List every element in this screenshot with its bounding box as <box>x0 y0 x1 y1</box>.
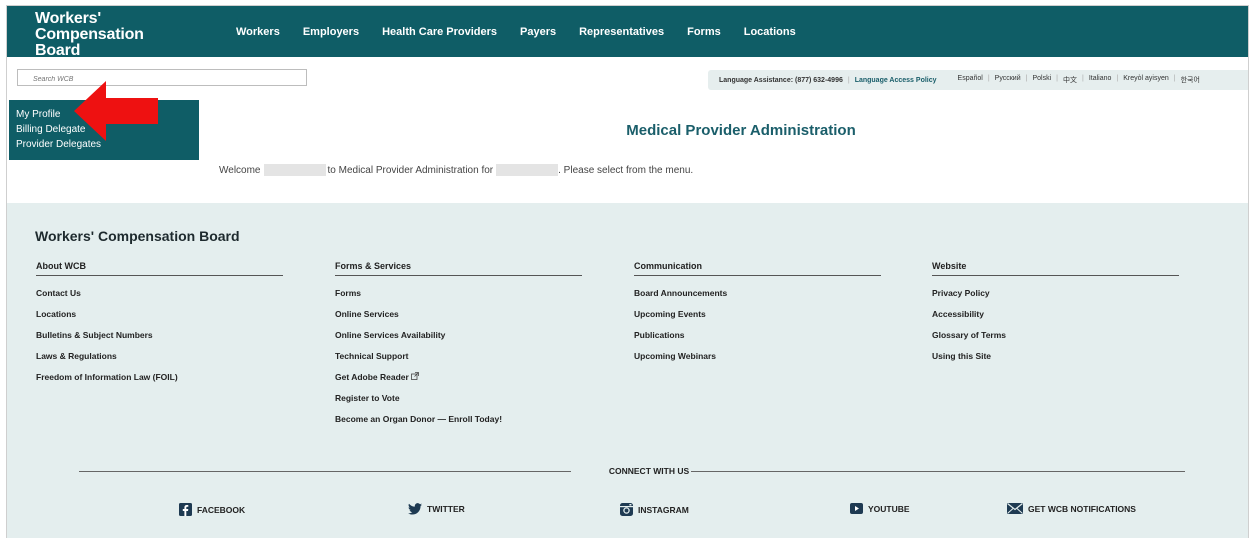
twitter-icon <box>408 503 422 515</box>
nav-representatives[interactable]: Representatives <box>579 26 664 38</box>
search-input[interactable] <box>17 69 307 86</box>
language-list: Español | Русский | Polski | 中文 | Italia… <box>958 75 1200 85</box>
footer-link[interactable]: Bulletins & Subject Numbers <box>36 330 283 340</box>
youtube-link[interactable]: YOUTUBE <box>850 503 910 514</box>
footer-column-website: Website Privacy Policy Accessibility Glo… <box>932 261 1179 361</box>
welcome-prefix: Welcome <box>219 164 261 176</box>
facebook-link[interactable]: FACEBOOK <box>179 503 245 516</box>
footer-link[interactable]: Register to Vote <box>335 393 582 403</box>
nav-locations[interactable]: Locations <box>744 26 796 38</box>
redacted-username <box>263 164 326 176</box>
logo-line-1: Workers' <box>35 10 101 27</box>
get-wcb-notifications-link[interactable]: GET WCB NOTIFICATIONS <box>1007 503 1136 514</box>
lang-italian[interactable]: Italiano <box>1089 75 1112 85</box>
page-frame: Workers' Compensation Board Workers Empl… <box>6 5 1249 538</box>
divider: | <box>1173 75 1176 82</box>
welcome-message: Welcome to Medical Provider Administrati… <box>219 164 693 176</box>
facebook-icon <box>179 503 192 516</box>
wcb-logo[interactable]: Workers' Compensation Board <box>35 11 185 59</box>
divider-line <box>79 471 571 472</box>
instagram-icon <box>620 503 633 516</box>
divider: | <box>987 75 990 82</box>
footer-link[interactable]: Online Services Availability <box>335 330 582 340</box>
logo-line-2: Compensation Board <box>35 26 144 59</box>
footer-column-communication: Communication Board Announcements Upcomi… <box>634 261 881 361</box>
footer-link[interactable]: Online Services <box>335 309 582 319</box>
menu-item-my-profile[interactable]: My Profile <box>16 109 60 120</box>
footer-link[interactable]: Locations <box>36 309 283 319</box>
divider: | <box>1081 75 1084 82</box>
lang-korean[interactable]: 한국어 <box>1181 75 1200 85</box>
lang-haitian-creole[interactable]: Kreyòl ayisyen <box>1123 75 1169 85</box>
nav-workers[interactable]: Workers <box>236 26 280 38</box>
site-footer: Workers' Compensation Board About WCB Co… <box>7 203 1248 538</box>
external-link-icon <box>411 372 420 380</box>
footer-link[interactable]: Upcoming Webinars <box>634 351 881 361</box>
footer-column-forms-services: Forms & Services Forms Online Services O… <box>335 261 582 424</box>
language-assistance-label: Language Assistance: (877) 632-4996 <box>719 76 843 84</box>
twitter-link[interactable]: TWITTER <box>408 503 465 515</box>
get-wcb-notifications-label: GET WCB NOTIFICATIONS <box>1028 503 1136 514</box>
footer-link[interactable]: Privacy Policy <box>932 288 1179 298</box>
language-assistance-bar: Language Assistance: (877) 632-4996 | La… <box>708 70 1248 90</box>
footer-link[interactable]: Publications <box>634 330 881 340</box>
divider: | <box>1025 75 1028 82</box>
divider: | <box>1116 75 1119 82</box>
nav-health-care-providers[interactable]: Health Care Providers <box>382 26 497 38</box>
instagram-label: INSTAGRAM <box>638 504 689 515</box>
welcome-middle: to Medical Provider Administration for <box>327 164 494 176</box>
main-nav: Workers Employers Health Care Providers … <box>236 26 819 38</box>
footer-column-heading: About WCB <box>36 261 283 276</box>
page-title: Medical Provider Administration <box>626 122 856 139</box>
youtube-label: YOUTUBE <box>868 503 910 514</box>
lang-polish[interactable]: Polski <box>1032 75 1051 85</box>
facebook-label: FACEBOOK <box>197 504 246 515</box>
envelope-icon <box>1007 503 1023 514</box>
footer-link-adobe-reader[interactable]: Get Adobe Reader <box>335 372 582 382</box>
red-arrow-annotation-icon <box>74 81 158 141</box>
footer-link[interactable]: Forms <box>335 288 582 298</box>
footer-column-heading: Forms & Services <box>335 261 582 276</box>
footer-link[interactable]: Board Announcements <box>634 288 881 298</box>
nav-forms[interactable]: Forms <box>687 26 721 38</box>
footer-link-text: Get Adobe Reader <box>335 372 409 382</box>
language-access-policy-link[interactable]: Language Access Policy <box>855 77 937 84</box>
lang-spanish[interactable]: Español <box>958 75 983 85</box>
nav-payers[interactable]: Payers <box>520 26 556 38</box>
footer-link[interactable]: Glossary of Terms <box>932 330 1179 340</box>
lang-chinese[interactable]: 中文 <box>1063 75 1077 85</box>
nav-employers[interactable]: Employers <box>303 26 359 38</box>
footer-column-heading: Website <box>932 261 1179 276</box>
footer-link[interactable]: Become an Organ Donor — Enroll Today! <box>335 414 582 424</box>
divider: | <box>1056 75 1058 82</box>
footer-column-about-wcb: About WCB Contact Us Locations Bulletins… <box>36 261 283 382</box>
welcome-suffix: . Please select from the menu. <box>558 164 694 176</box>
redacted-provider-name <box>496 164 559 176</box>
footer-link[interactable]: Laws & Regulations <box>36 351 283 361</box>
footer-link[interactable]: Using this Site <box>932 351 1179 361</box>
instagram-link[interactable]: INSTAGRAM <box>620 503 689 516</box>
footer-link[interactable]: Technical Support <box>335 351 582 361</box>
divider-line <box>691 471 1185 472</box>
footer-link[interactable]: Accessibility <box>932 309 1179 319</box>
lang-russian[interactable]: Русский <box>995 75 1021 85</box>
connect-with-us-divider: CONNECT WITH US <box>79 466 1185 478</box>
twitter-label: TWITTER <box>427 504 465 514</box>
divider: | <box>847 76 850 84</box>
footer-link[interactable]: Freedom of Information Law (FOIL) <box>36 372 283 382</box>
youtube-icon <box>850 503 863 514</box>
footer-link[interactable]: Contact Us <box>36 288 283 298</box>
top-header: Workers' Compensation Board Workers Empl… <box>7 6 1248 59</box>
footer-title: Workers' Compensation Board <box>35 228 240 244</box>
footer-column-heading: Communication <box>634 261 881 276</box>
footer-link[interactable]: Upcoming Events <box>634 309 881 319</box>
